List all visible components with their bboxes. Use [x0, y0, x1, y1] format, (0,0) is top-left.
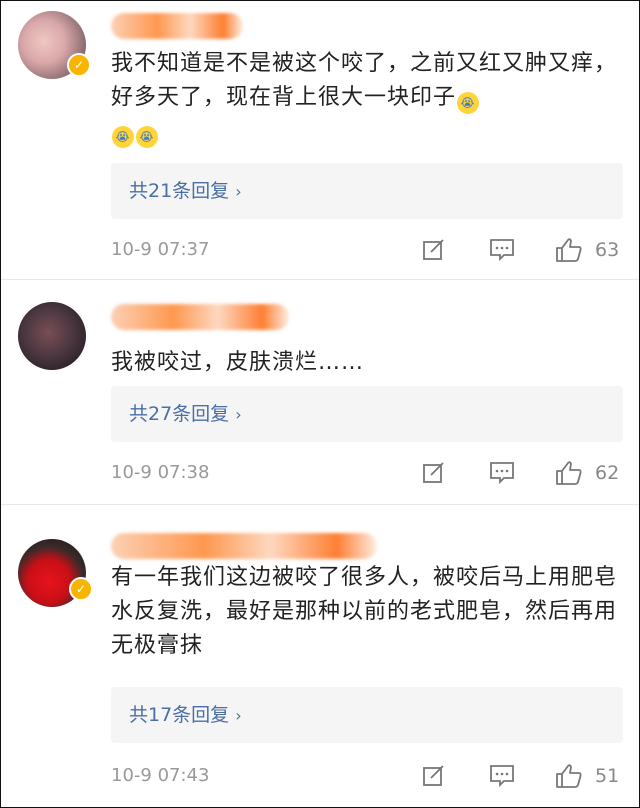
comment-item: ✓ 我不知道是不是被这个咬了，之前又红又肿又痒，好多天了，现在背上很大一块印子 😭…	[1, 1, 639, 280]
comment-footer: 10-9 07:43 51	[111, 761, 621, 791]
chevron-right-icon: ›	[235, 706, 242, 725]
replies-link[interactable]: 共21条回复 ›	[111, 163, 623, 219]
edit-icon[interactable]	[421, 237, 447, 263]
thumbs-up-icon	[556, 764, 582, 788]
username-blurred[interactable]	[111, 304, 289, 330]
verified-badge-icon: ✓	[67, 53, 91, 77]
comment-text: 我被咬过，皮肤溃烂……	[111, 350, 365, 375]
avatar[interactable]	[18, 302, 86, 370]
crying-emoji-icon: 😭	[136, 126, 158, 148]
timestamp: 10-9 07:43	[111, 765, 210, 786]
replies-link[interactable]: 共17条回复 ›	[111, 687, 623, 743]
username-blurred[interactable]	[111, 533, 377, 559]
verified-badge-icon: ✓	[69, 577, 93, 601]
replies-label: 共27条回复	[129, 403, 230, 425]
comment-icon[interactable]	[489, 237, 515, 263]
replies-link[interactable]: 共27条回复 ›	[111, 386, 623, 442]
timestamp: 10-9 07:37	[111, 239, 210, 260]
comment-item: 我被咬过，皮肤溃烂…… 共27条回复 › 10-9 07:38 62	[1, 280, 639, 505]
username-blurred[interactable]	[111, 13, 243, 39]
comment-text: 有一年我们这边被咬了很多人，被咬后马上用肥皂水反复洗，最好是那种以前的老式肥皂，…	[111, 565, 618, 658]
like-count: 63	[595, 239, 620, 261]
comment-list: ✓ 我不知道是不是被这个咬了，之前又红又肿又痒，好多天了，现在背上很大一块印子 😭…	[0, 0, 640, 808]
crying-emoji-icon: 😭	[457, 92, 480, 114]
edit-icon[interactable]	[421, 763, 447, 789]
chevron-right-icon: ›	[235, 405, 242, 424]
crying-emoji-icon: 😭	[112, 126, 134, 148]
like-count: 62	[595, 462, 620, 484]
comment-icon[interactable]	[489, 460, 515, 486]
replies-label: 共21条回复	[129, 180, 230, 202]
edit-icon[interactable]	[421, 460, 447, 486]
comment-footer: 10-9 07:37 63	[111, 235, 621, 265]
thumbs-up-icon	[556, 238, 582, 262]
comment-text: 我不知道是不是被这个咬了，之前又红又肿又痒，好多天了，现在背上很大一块印子 😭 😭 😭	[111, 47, 617, 149]
comment-footer: 10-9 07:38 62	[111, 458, 621, 488]
replies-label: 共17条回复	[129, 704, 230, 726]
chevron-right-icon: ›	[235, 182, 242, 201]
thumbs-up-icon	[556, 461, 582, 485]
timestamp: 10-9 07:38	[111, 462, 210, 483]
like-count: 51	[595, 765, 620, 787]
comment-item: ✓ 有一年我们这边被咬了很多人，被咬后马上用肥皂水反复洗，最好是那种以前的老式肥…	[1, 505, 639, 807]
comment-icon[interactable]	[489, 763, 515, 789]
